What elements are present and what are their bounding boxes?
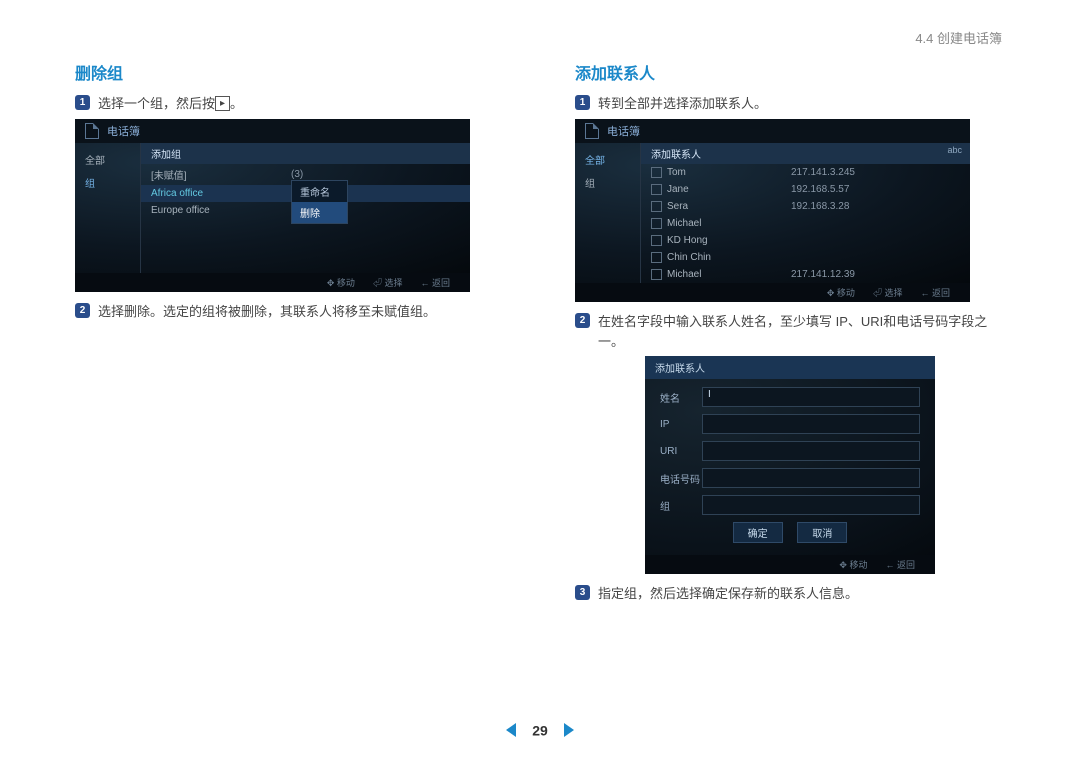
uri-label: URI [660, 446, 702, 457]
step-badge: 1 [75, 95, 90, 110]
side-group[interactable]: 组 [575, 171, 640, 194]
cancel-button[interactable]: 取消 [797, 522, 847, 543]
add-contact-form-shot: 添加联系人 姓名I IP URI 电话号码 组 确定 取消 ✥ 移动 ← 返回 [645, 356, 935, 574]
contact-row[interactable]: Sera192.168.3.28 [641, 198, 970, 215]
phonebook-screenshot-delete: 电话簿 全部 组 添加组 [未赋值] (3) [75, 119, 470, 292]
shot-title: 电话簿 [607, 123, 640, 139]
form-header: 添加联系人 [645, 356, 935, 379]
contact-row[interactable]: Jane192.168.5.57 [641, 181, 970, 198]
phonebook-icon [85, 123, 99, 139]
left-step-2: 2 选择删除。选定的组将被删除，其联系人将移至未赋值组。 [75, 302, 505, 322]
side-nav: 全部 组 [75, 143, 140, 273]
side-all[interactable]: 全部 [575, 148, 640, 171]
section-ref: 4.4 创建电话簿 [915, 28, 1002, 47]
side-nav: 全部 组 [575, 143, 640, 284]
name-label: 姓名 [660, 390, 702, 405]
group-label: 组 [660, 498, 702, 513]
step-text: 在姓名字段中输入联系人姓名，至少填写 IP、URI和电话号码字段之一。 [598, 312, 1005, 351]
contact-row[interactable]: Michael217.141.12.39 [641, 266, 970, 283]
step-text-suffix: 。 [230, 96, 243, 111]
shot-footer: ✥ 移动 ⏎ 选择 ← 返回 [575, 283, 970, 302]
prev-page-icon[interactable] [506, 723, 516, 737]
name-input[interactable]: I [702, 387, 920, 407]
shot-footer: ✥ 移动 ⏎ 选择 ← 返回 [75, 273, 470, 292]
phonebook-icon [585, 123, 599, 139]
step-badge: 2 [75, 303, 90, 318]
right-column: 添加联系人 1 转到全部并选择添加联系人。 电话簿 全部 组 [575, 60, 1005, 609]
input-mode-abc: abc [947, 145, 962, 155]
page-number: 29 [532, 722, 548, 738]
ip-input[interactable] [702, 414, 920, 434]
add-contact-title: 添加联系人 [575, 60, 1005, 84]
step-text: 选择删除。选定的组将被删除，其联系人将移至未赋值组。 [98, 302, 436, 322]
step-badge: 3 [575, 585, 590, 600]
side-group[interactable]: 组 [75, 171, 140, 194]
step-text: 转到全部并选择添加联系人。 [598, 94, 767, 114]
contact-row[interactable]: Chin Chin [641, 249, 970, 266]
delete-group-title: 删除组 [75, 60, 505, 84]
shot-title: 电话簿 [107, 123, 140, 139]
page-navigator: 29 [0, 721, 1080, 738]
contact-row[interactable]: KD Hong [641, 232, 970, 249]
phone-input[interactable] [702, 468, 920, 488]
ctx-rename[interactable]: 重命名 [292, 181, 347, 202]
add-group-header[interactable]: 添加组 [141, 143, 470, 164]
step-badge: 2 [575, 313, 590, 328]
left-step-1: 1 选择一个组，然后按▸。 [75, 94, 505, 114]
ctx-delete[interactable]: 删除 [292, 202, 347, 223]
group-input[interactable] [702, 495, 920, 515]
phonebook-screenshot-contacts: 电话簿 全部 组 添加联系人 abc Tom217.141.3.245Ja [575, 119, 970, 303]
right-step-1: 1 转到全部并选择添加联系人。 [575, 94, 1005, 114]
contact-row[interactable]: Tom217.141.3.245 [641, 164, 970, 181]
left-column: 删除组 1 选择一个组，然后按▸。 电话簿 全部 组 [75, 60, 505, 609]
shot-footer: ✥ 移动 ← 返回 [645, 555, 935, 574]
add-contact-header[interactable]: 添加联系人 abc [641, 143, 970, 164]
ok-button[interactable]: 确定 [733, 522, 783, 543]
contact-row[interactable]: Michael [641, 215, 970, 232]
context-menu: 重命名 删除 [291, 180, 348, 224]
uri-input[interactable] [702, 441, 920, 461]
right-step-3: 3 指定组，然后选择确定保存新的联系人信息。 [575, 584, 1005, 604]
phone-label: 电话号码 [660, 471, 702, 486]
step-text: 指定组，然后选择确定保存新的联系人信息。 [598, 584, 858, 604]
side-all[interactable]: 全部 [75, 148, 140, 171]
right-step-2: 2 在姓名字段中输入联系人姓名，至少填写 IP、URI和电话号码字段之一。 [575, 312, 1005, 351]
next-page-icon[interactable] [564, 723, 574, 737]
ip-label: IP [660, 419, 702, 430]
step-text: 选择一个组，然后按 [98, 96, 215, 111]
step-badge: 1 [575, 95, 590, 110]
remote-key-icon: ▸ [215, 96, 230, 111]
